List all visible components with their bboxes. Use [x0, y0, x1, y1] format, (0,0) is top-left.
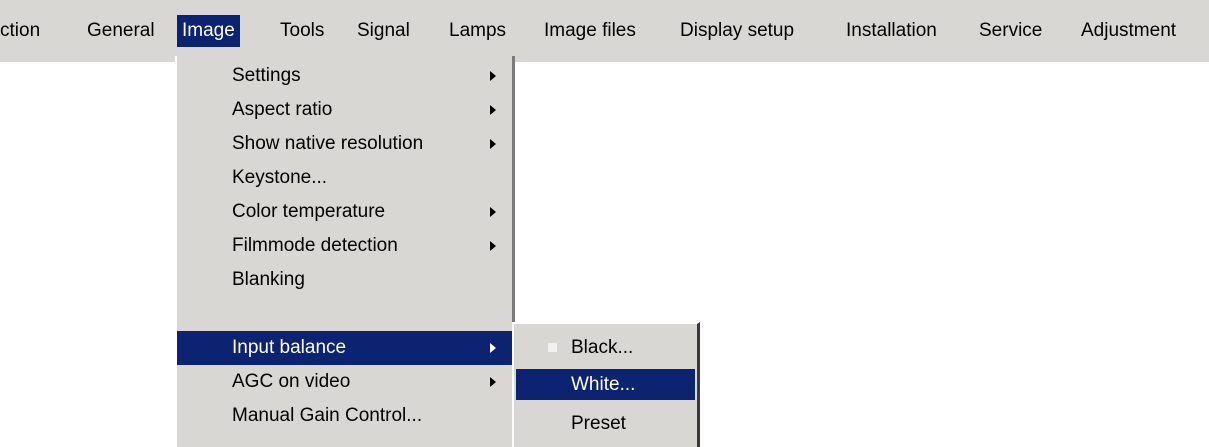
- menu-bar: ction General Image Tools Signal Lamps I…: [0, 0, 1209, 62]
- menu-item-label: Color temperature: [232, 201, 386, 222]
- menu-item-show-native-resolution[interactable]: Show native resolution: [177, 127, 515, 161]
- menu-item-aspect-ratio[interactable]: Aspect ratio: [177, 93, 515, 127]
- menu-item-label: Settings: [232, 65, 301, 86]
- menu-item-agc-on-video[interactable]: AGC on video: [177, 365, 515, 399]
- submenu-item-label: White...: [571, 374, 636, 395]
- menu-item-filmmode-detection[interactable]: Filmmode detection: [177, 229, 515, 263]
- submenu-item-label: Preset: [571, 413, 626, 434]
- submenu-item-white[interactable]: White...: [516, 369, 695, 400]
- menu-item-lamps[interactable]: Lamps: [449, 15, 506, 47]
- menu-item-label: AGC on video: [232, 371, 351, 392]
- menu-item-label: Input balance: [232, 337, 347, 358]
- submenu-arrow-icon: [490, 207, 496, 217]
- menu-item-label: Blanking: [232, 269, 305, 290]
- submenu-arrow-icon: [490, 139, 496, 149]
- menu-item-input-balance[interactable]: Input balance: [177, 331, 515, 365]
- submenu-item-black[interactable]: Black...: [516, 332, 695, 363]
- menu-item-label: Filmmode detection: [232, 235, 398, 256]
- menu-item-function[interactable]: ction: [0, 15, 40, 47]
- submenu-arrow-icon: [490, 71, 496, 81]
- menu-item-settings[interactable]: Settings: [177, 59, 515, 93]
- menu-item-image[interactable]: Image: [177, 15, 240, 47]
- menu-item-label: Keystone...: [232, 167, 328, 188]
- menu-item-label: Show native resolution: [232, 133, 424, 154]
- bullet-icon: [548, 343, 557, 352]
- menu-item-color-temperature[interactable]: Color temperature: [177, 195, 515, 229]
- menu-item-service[interactable]: Service: [979, 15, 1042, 47]
- submenu-arrow-icon: [490, 377, 496, 387]
- menu-item-installation[interactable]: Installation: [846, 15, 937, 47]
- image-dropdown-menu: Settings Aspect ratio Show native resolu…: [175, 56, 515, 447]
- menu-item-display-setup[interactable]: Display setup: [680, 15, 794, 47]
- menu-item-adjustment[interactable]: Adjustment: [1081, 15, 1176, 47]
- submenu-arrow-icon: [490, 105, 496, 115]
- submenu-item-label: Black...: [571, 337, 634, 358]
- menu-item-keystone[interactable]: Keystone...: [177, 161, 515, 195]
- submenu-item-preset[interactable]: Preset: [516, 408, 695, 439]
- menu-item-signal[interactable]: Signal: [357, 15, 410, 47]
- menu-item-manual-gain-control[interactable]: Manual Gain Control...: [177, 399, 515, 433]
- input-balance-submenu: Black... White... Preset: [512, 322, 700, 447]
- menu-item-blanking[interactable]: Blanking: [177, 263, 515, 297]
- submenu-arrow-icon: [490, 343, 496, 353]
- submenu-arrow-icon: [490, 241, 496, 251]
- menu-item-image-files[interactable]: Image files: [544, 15, 636, 47]
- menu-item-tools[interactable]: Tools: [280, 15, 324, 47]
- menu-item-label: Aspect ratio: [232, 99, 333, 120]
- menu-item-general[interactable]: General: [87, 15, 155, 47]
- menu-item-label: Manual Gain Control...: [232, 405, 423, 426]
